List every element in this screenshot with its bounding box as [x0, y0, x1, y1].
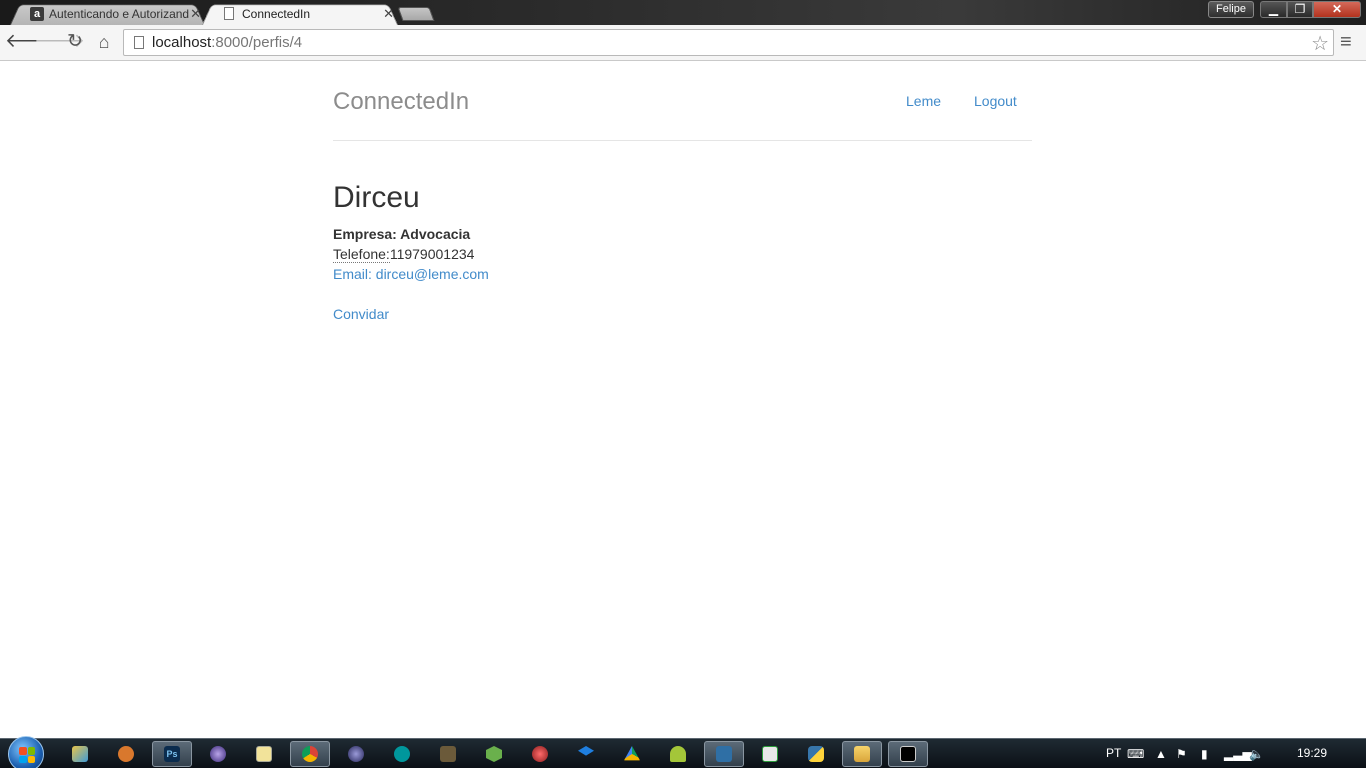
bookmark-star-icon[interactable]: ☆: [1311, 31, 1329, 56]
tab-favicon-icon: a: [30, 6, 44, 21]
eclipse-2-icon[interactable]: [336, 741, 376, 767]
nav-link-leme[interactable]: Leme: [906, 93, 941, 109]
keyboard-icon[interactable]: ⌨: [1127, 747, 1144, 761]
file-manager-icon[interactable]: [60, 741, 100, 767]
photoshop-label: Ps: [164, 746, 180, 762]
reload-icon[interactable]: ↻: [63, 31, 87, 55]
phone-value: 11979001234: [389, 246, 475, 262]
google-drive-icon[interactable]: [612, 741, 652, 767]
url-text[interactable]: localhost:8000/perfis/4: [152, 34, 302, 51]
network-tool-icon[interactable]: [520, 741, 560, 767]
power-icon[interactable]: ▮: [1201, 747, 1208, 761]
site-header: ConnectedIn Leme Logout: [333, 62, 1032, 141]
browser-titlebar: a Autenticando e Autorizand ✕ ConnectedI…: [0, 0, 1366, 26]
site-brand[interactable]: ConnectedIn: [333, 88, 469, 116]
tab-title: Autenticando e Autorizand: [49, 6, 189, 21]
chrome-icon[interactable]: [290, 741, 330, 767]
home-icon[interactable]: ⌂: [92, 31, 116, 55]
tab-close-icon[interactable]: ✕: [383, 6, 394, 22]
photoshop-icon[interactable]: Ps: [152, 741, 192, 767]
page-content: ConnectedIn Leme Logout Dirceu Empresa: …: [0, 62, 1366, 738]
terminal-app-icon[interactable]: [428, 741, 468, 767]
tab-autenticando[interactable]: a Autenticando e Autorizand ✕: [10, 2, 205, 26]
maximize-icon[interactable]: ❐: [1287, 1, 1313, 18]
tab-title: ConnectedIn: [242, 6, 311, 21]
language-indicator[interactable]: PT: [1106, 746, 1121, 760]
taskbar: Ps PT ⌨ ▲ ⚑ ▮ ▂▃▅ 🔈 19:29: [0, 736, 1366, 768]
android-studio-icon[interactable]: [474, 741, 514, 767]
android-icon[interactable]: [658, 741, 698, 767]
profile-company: Empresa: Advocacia: [333, 226, 471, 242]
back-arrow-icon[interactable]: 🡐: [5, 31, 56, 55]
eclipse-icon[interactable]: [198, 741, 238, 767]
url-path: :8000/perfis/4: [211, 34, 303, 51]
windows-logo-icon: [19, 747, 35, 763]
explorer-icon[interactable]: [842, 741, 882, 767]
tab-close-icon[interactable]: ✕: [190, 6, 201, 22]
show-hidden-icons-icon[interactable]: ▲: [1155, 747, 1167, 761]
url-host: localhost: [152, 34, 212, 51]
dropbox-icon[interactable]: [566, 741, 606, 767]
address-bar[interactable]: localhost:8000/perfis/4 ☆: [123, 29, 1334, 56]
tab-connectedin[interactable]: ConnectedIn ✕: [202, 2, 398, 26]
menu-icon[interactable]: ≡: [1340, 31, 1352, 54]
clock[interactable]: 19:29: [1297, 746, 1327, 760]
profile-button[interactable]: Felipe: [1208, 1, 1254, 18]
notepad-icon[interactable]: [244, 741, 284, 767]
phone-label: Telefone:: [333, 246, 390, 263]
arduino-icon[interactable]: [382, 741, 422, 767]
minimize-icon[interactable]: ▁: [1260, 1, 1287, 18]
cmd-icon[interactable]: [888, 741, 928, 767]
start-button[interactable]: [8, 736, 44, 768]
new-tab-button[interactable]: [397, 7, 435, 21]
page-icon: [134, 36, 144, 49]
nav-link-logout[interactable]: Logout: [974, 93, 1017, 109]
forward-arrow-icon[interactable]: 🡒: [34, 31, 85, 55]
close-icon[interactable]: ✕: [1313, 1, 1361, 18]
page-icon: [224, 7, 234, 20]
python-icon[interactable]: [796, 741, 836, 767]
profile-phone: Telefone:11979001234: [333, 246, 475, 263]
volume-icon[interactable]: 🔈: [1249, 747, 1264, 761]
network-signal-icon[interactable]: ▂▃▅: [1224, 747, 1252, 761]
sync-tool-icon[interactable]: [750, 741, 790, 767]
action-center-flag-icon[interactable]: ⚑: [1176, 747, 1187, 761]
profile-email-link[interactable]: Email: dirceu@leme.com: [333, 266, 489, 282]
invite-link[interactable]: Convidar: [333, 306, 389, 322]
sql-tool-icon[interactable]: [704, 741, 744, 767]
browser-toolbar: 🡐 🡒 ↻ ⌂ localhost:8000/perfis/4 ☆ ≡: [0, 25, 1366, 61]
profile-name: Dirceu: [333, 181, 420, 214]
gimp-icon[interactable]: [106, 741, 146, 767]
